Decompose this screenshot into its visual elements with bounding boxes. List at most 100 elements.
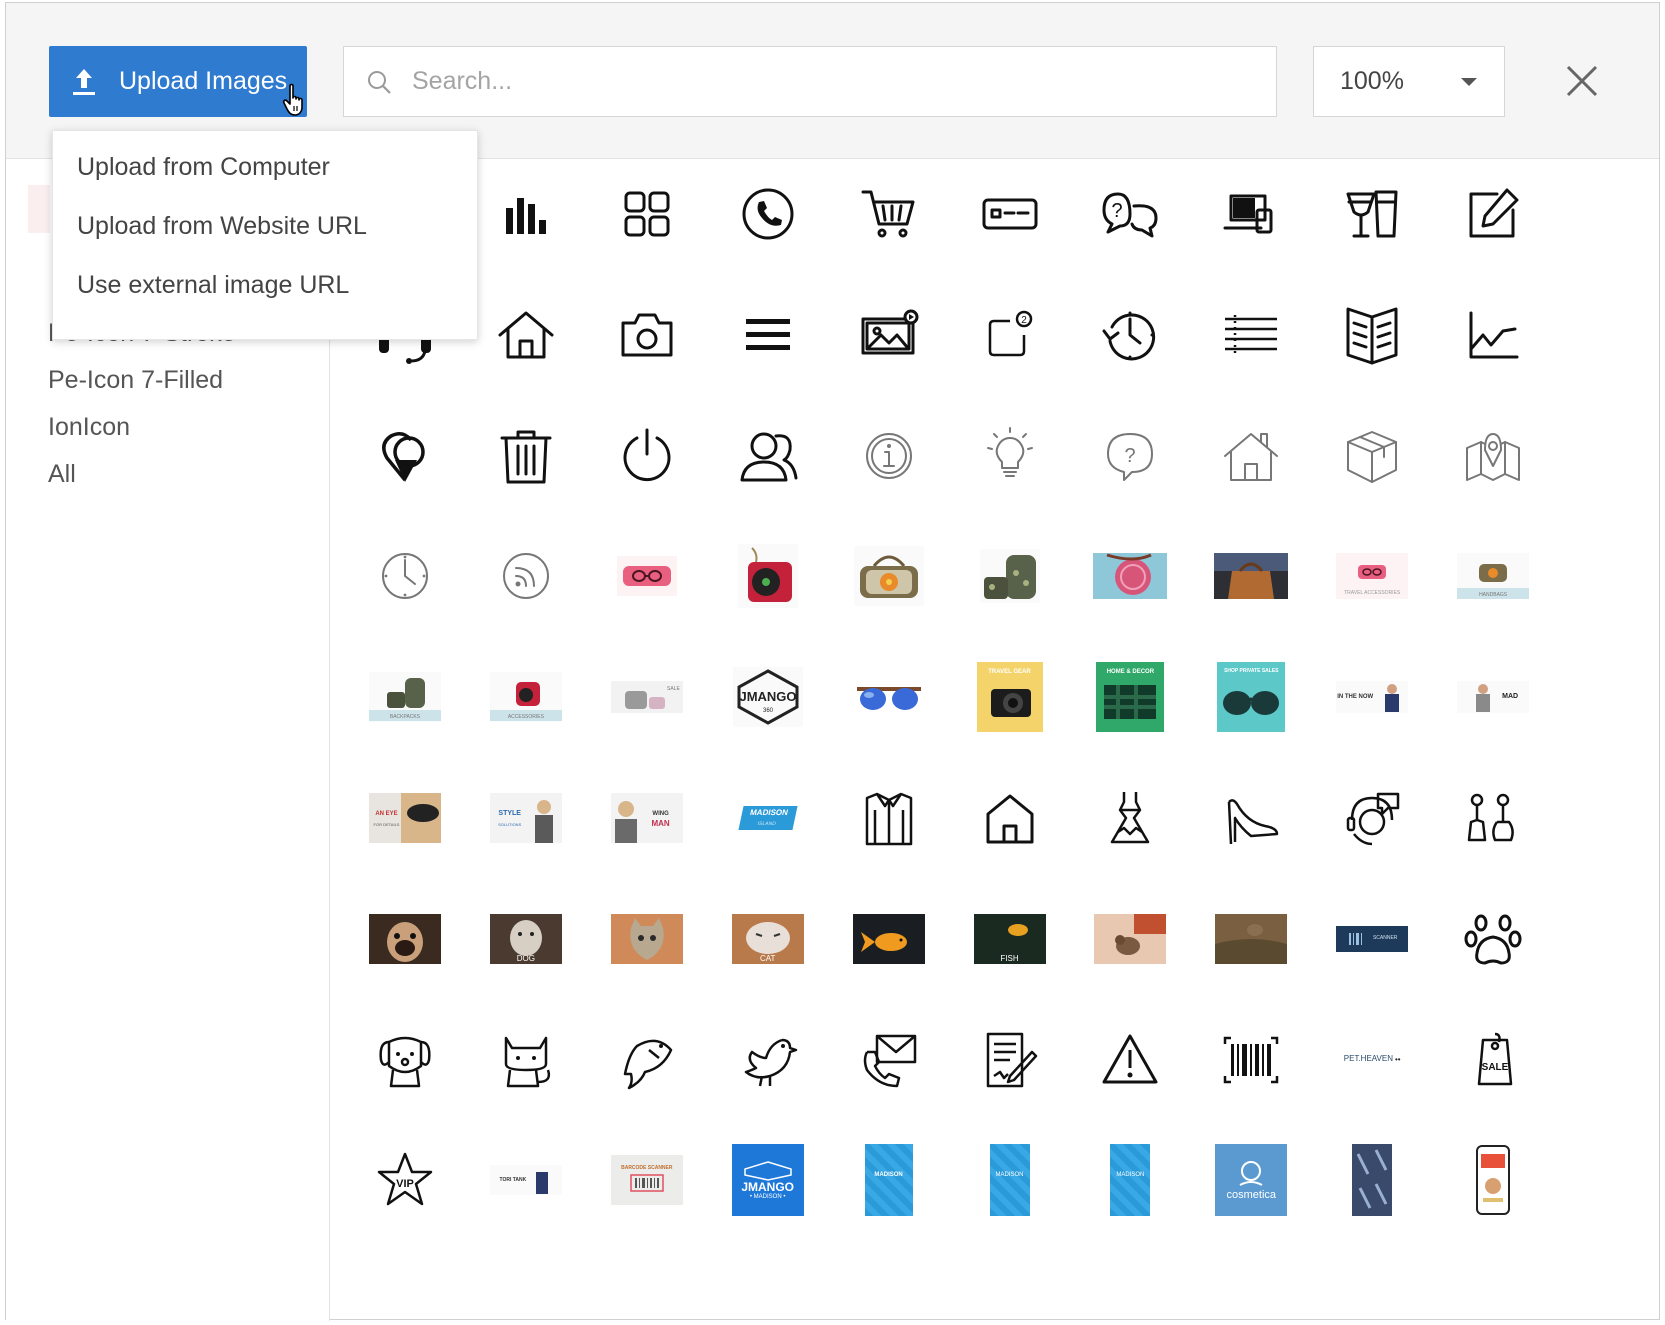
id-card-icon[interactable] — [969, 173, 1051, 255]
gallery-icon[interactable] — [848, 294, 930, 376]
cat-icon[interactable] — [485, 1019, 567, 1101]
travel-accessories-thumbnail[interactable]: TRAVEL ACCESSORIES — [1331, 535, 1413, 617]
scanner-thumbnail[interactable]: SCANNER — [1331, 898, 1413, 980]
fish-icon[interactable] — [606, 1019, 688, 1101]
sidebar-item-all[interactable]: All — [48, 460, 76, 489]
sunglasses-thumbnail[interactable] — [848, 656, 930, 738]
heels-icon[interactable] — [1210, 777, 1292, 859]
record-pouch-thumbnail[interactable] — [727, 535, 809, 617]
private-sales-thumbnail[interactable]: SHOP PRIVATE SALES — [1210, 656, 1292, 738]
home-icon[interactable] — [485, 294, 567, 376]
madison-pattern-thumbnail-2[interactable]: MADISON — [969, 1139, 1051, 1221]
vases-icon[interactable] — [1452, 777, 1534, 859]
vip-star-icon[interactable]: VIP — [364, 1139, 446, 1221]
box-icon[interactable] — [1331, 415, 1413, 497]
dress-icon[interactable] — [1089, 777, 1171, 859]
cart-icon[interactable] — [848, 173, 930, 255]
book-icon[interactable] — [1331, 294, 1413, 376]
glasses-case-thumbnail[interactable] — [606, 535, 688, 617]
map-icon[interactable] — [1452, 415, 1534, 497]
phone-icon[interactable] — [727, 173, 809, 255]
camera-icon[interactable] — [606, 294, 688, 376]
help-bubble-icon[interactable]: ? — [1089, 415, 1171, 497]
in-the-now-thumbnail[interactable]: IN THE NOW — [1331, 656, 1413, 738]
madison-island-thumbnail[interactable]: MADISON ISLAND — [727, 777, 809, 859]
cat-thumbnail[interactable] — [606, 898, 688, 980]
drinks-icon[interactable] — [1331, 173, 1413, 255]
notification-icon[interactable]: 2 — [969, 294, 1051, 376]
home-decor-thumbnail[interactable]: HOME & DECOR — [1089, 656, 1171, 738]
trash-icon[interactable] — [485, 415, 567, 497]
hamburger-icon[interactable] — [727, 294, 809, 376]
notification-icon-graphic: 2 — [988, 310, 1032, 357]
sparrow-thumbnail[interactable] — [1089, 898, 1171, 980]
document-sign-icon[interactable] — [969, 1019, 1051, 1101]
floral-bag-thumbnail[interactable] — [848, 535, 930, 617]
style-solutions-thumbnail[interactable]: STYLE SOLUTIONS — [485, 777, 567, 859]
chat-question-icon[interactable]: ? — [1089, 173, 1171, 255]
rss-icon[interactable] — [485, 535, 567, 617]
menu-item-upload-computer[interactable]: Upload from Computer — [77, 153, 330, 182]
bar-chart-icon[interactable] — [485, 173, 567, 255]
paw-icon[interactable] — [1452, 898, 1534, 980]
sidebar-item-pe-icon-filled[interactable]: Pe-Icon 7-Filled — [48, 366, 223, 395]
fish-thumbnail[interactable]: FISH — [969, 898, 1051, 980]
menu-item-upload-website-url[interactable]: Upload from Website URL — [77, 212, 367, 241]
zoom-select[interactable]: 100% — [1313, 46, 1505, 117]
close-icon[interactable] — [1564, 63, 1600, 99]
search-field[interactable] — [343, 46, 1277, 117]
grid-icon[interactable] — [606, 173, 688, 255]
menu-item-external-url[interactable]: Use external image URL — [77, 271, 349, 300]
search-input[interactable] — [410, 66, 1234, 97]
mail-phone-icon[interactable] — [848, 1019, 930, 1101]
upload-images-button[interactable]: Upload Images — [49, 46, 307, 117]
travel-gear-thumbnail[interactable]: TRAVEL GEAR — [969, 656, 1051, 738]
bird-thumbnail[interactable]: BIRD — [1210, 898, 1292, 980]
house-outline-icon[interactable] — [969, 777, 1051, 859]
wing-man-thumbnail[interactable]: WING MAN — [606, 777, 688, 859]
warning-icon[interactable] — [1089, 1019, 1171, 1101]
barcode-scanner-thumbnail[interactable]: BARCODE SCANNER — [606, 1139, 688, 1221]
madison-pattern-thumbnail-3[interactable]: MADISON — [1089, 1139, 1171, 1221]
handbags-thumbnail[interactable]: HANDBAGS — [1452, 535, 1534, 617]
support-agent-icon[interactable] — [1331, 777, 1413, 859]
bird-icon[interactable] — [727, 1019, 809, 1101]
eye-details-thumbnail[interactable]: AN EYE FOR DETAILS — [364, 777, 446, 859]
jmango-madison-thumbnail[interactable]: JMANGO • MADISON • — [727, 1139, 809, 1221]
madison-pattern-thumbnail[interactable]: MADISON — [848, 1139, 930, 1221]
cosmetica-thumbnail[interactable]: cosmetica — [1210, 1139, 1292, 1221]
shirt-icon[interactable] — [848, 777, 930, 859]
map-pin-icon[interactable] — [364, 415, 446, 497]
mobile-app-thumbnail[interactable] — [1452, 1139, 1534, 1221]
info-icon[interactable] — [848, 415, 930, 497]
sale-tag-icon[interactable]: SALE — [1452, 1019, 1534, 1101]
jmango-logo-thumbnail[interactable]: JMANGO 360 — [727, 656, 809, 738]
kitten-thumbnail[interactable]: CAT — [727, 898, 809, 980]
dog-icon[interactable] — [364, 1019, 446, 1101]
pug-thumbnail[interactable] — [364, 898, 446, 980]
backpacks-thumbnail[interactable]: BACKPACKS — [364, 656, 446, 738]
house-icon[interactable] — [1210, 415, 1292, 497]
goldfish-thumbnail[interactable] — [848, 898, 930, 980]
dog-thumbnail[interactable]: DOG — [485, 898, 567, 980]
woven-bag-thumbnail[interactable] — [1089, 535, 1171, 617]
lightbulb-icon[interactable] — [969, 415, 1051, 497]
users-icon[interactable] — [727, 415, 809, 497]
sale-banner-thumbnail[interactable]: SALE — [606, 656, 688, 738]
edit-icon[interactable] — [1452, 173, 1534, 255]
cosmetics-thumbnail[interactable] — [1331, 1139, 1413, 1221]
accessories-thumbnail[interactable]: ACCESSORIES — [485, 656, 567, 738]
line-chart-icon[interactable] — [1452, 294, 1534, 376]
tote-bag-thumbnail[interactable] — [1210, 535, 1292, 617]
barcode-icon[interactable] — [1210, 1019, 1292, 1101]
clock-icon[interactable] — [364, 535, 446, 617]
history-icon[interactable] — [1089, 294, 1171, 376]
pet-heaven-logo[interactable]: PET.HEAVEN •• — [1331, 1019, 1413, 1101]
sidebar-item-ionicon[interactable]: IonIcon — [48, 413, 130, 442]
power-icon[interactable] — [606, 415, 688, 497]
tori-tank-thumbnail[interactable]: TORI TANK — [485, 1139, 567, 1221]
mad-banner-thumbnail[interactable]: MAD — [1452, 656, 1534, 738]
devices-icon[interactable] — [1210, 173, 1292, 255]
filter-list-icon[interactable] — [1210, 294, 1292, 376]
backpack-set-thumbnail[interactable] — [969, 535, 1051, 617]
